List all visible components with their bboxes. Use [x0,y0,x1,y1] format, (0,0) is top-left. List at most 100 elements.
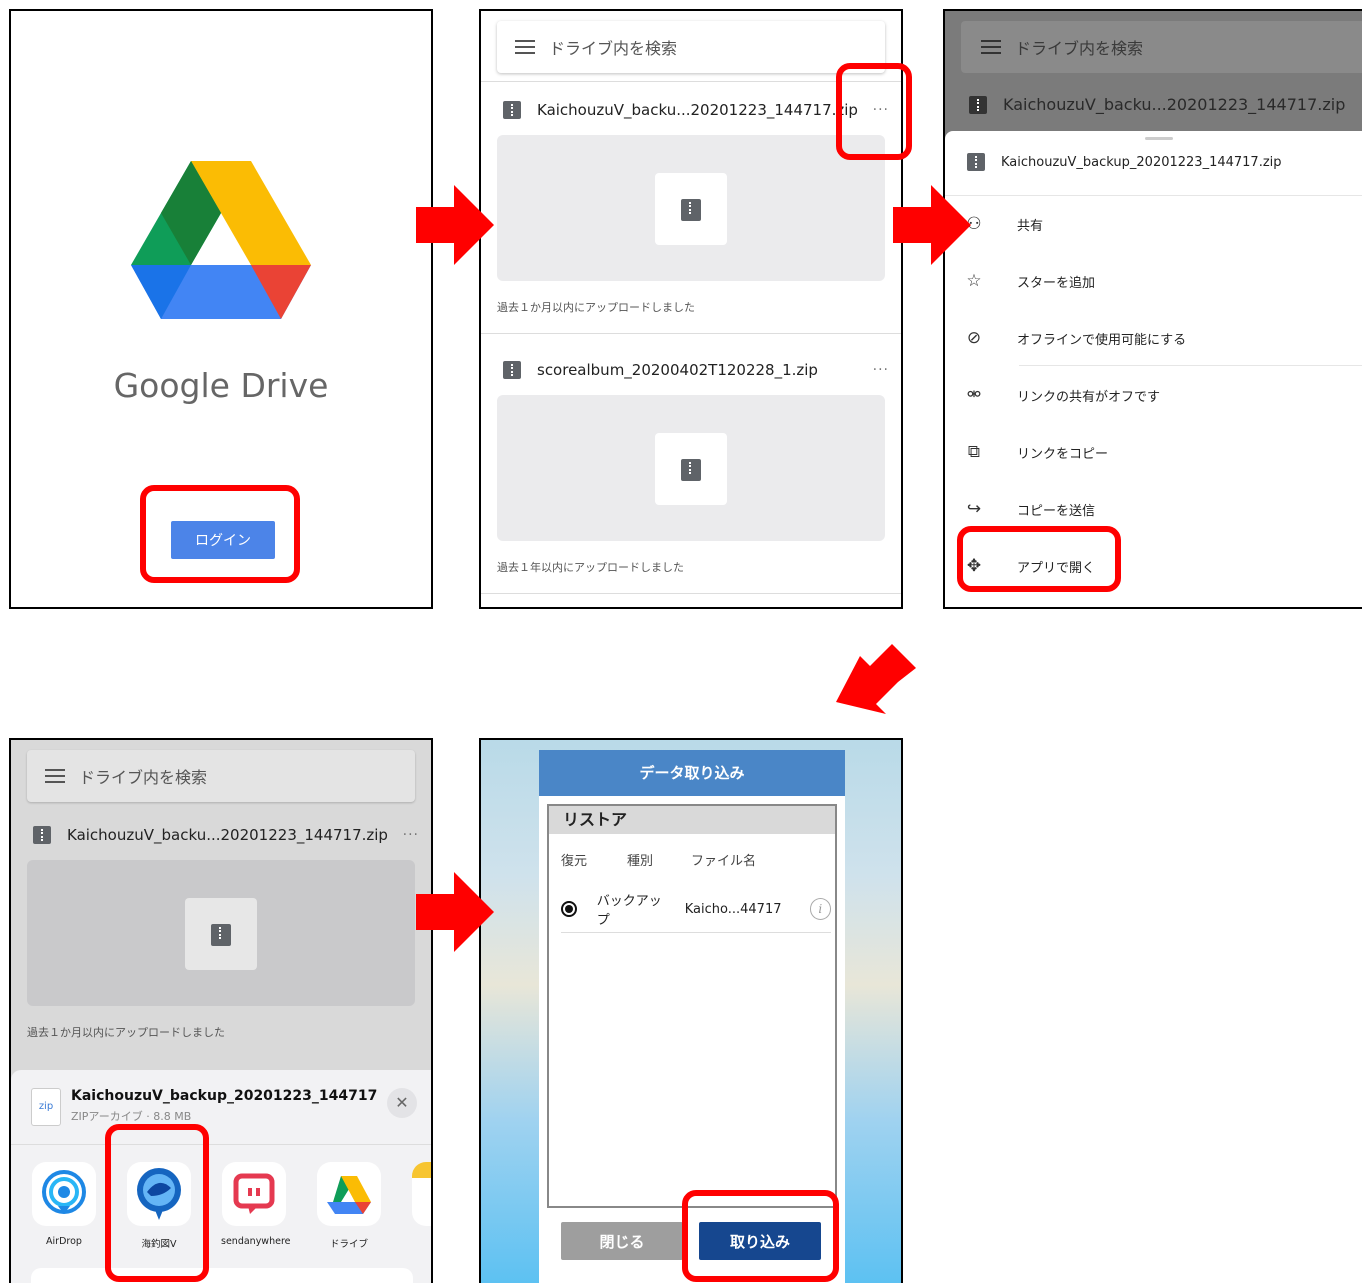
search-placeholder: ドライブ内を検索 [79,768,208,787]
zip-icon [33,826,51,844]
column-header: 種別 [627,854,654,869]
restore-radio[interactable] [561,901,577,917]
menu-item-label: オフラインで使用可能にする [1017,332,1187,348]
share-app-sendanywhere[interactable]: sendanywhere [221,1162,291,1247]
search-placeholder: ドライブ内を検索 [1015,39,1144,58]
highlight-kaichouzu [105,1124,209,1282]
dialog-title: データ取り込み [539,750,845,796]
info-icon[interactable]: i [809,898,831,920]
row-file: Kaicho...44717 [684,901,782,917]
file-thumbnail[interactable] [27,860,415,1006]
app-label: AirDrop [46,1236,82,1247]
menu-item-share[interactable]: ⚇ 共有 [961,209,1362,239]
highlight-import [682,1190,839,1282]
divider [945,195,1362,196]
menu-item-send-copy[interactable]: ↪ コピーを送信 [961,494,1362,524]
close-button[interactable]: 閉じる [561,1222,683,1260]
share-header: zip KaichouzuV_backup_20201223_144717 ZI… [31,1088,421,1128]
right-arrow-icon [416,872,494,952]
link-off-icon: ⚮ [966,385,982,405]
share-app-more[interactable] [411,1162,431,1226]
sendanywhere-icon [222,1162,286,1226]
menu-item-star[interactable]: ☆ スターを追加 [961,266,1362,296]
section-title: リストア [549,806,835,834]
thumbnail-card [185,898,257,970]
menu-item-offline[interactable]: ⊘ オフラインで使用可能にする [961,323,1362,353]
file-meta: 過去１か月以内にアップロードしました [497,301,695,314]
file-row[interactable]: scorealbum_20200402T120228_1.zip ··· [503,355,889,385]
sheet-header: KaichouzuV_backup_20201223_144717.zip [967,153,1282,171]
file-name: scorealbum_20200402T120228_1.zip [537,361,818,379]
thumbnail-card [655,173,727,245]
restore-box: リストア 復元 種別 ファイル名 バックアップ Kaicho...44717 i [547,804,837,1208]
menu-icon[interactable] [981,40,1001,54]
star-icon: ☆ [966,271,982,291]
offline-icon: ⊘ [966,328,982,348]
zip-icon [681,459,701,481]
app-title: Google Drive [113,366,329,405]
right-arrow-icon [416,185,494,265]
zip-file-icon: zip [31,1088,61,1126]
row-type: バックアップ [596,894,662,928]
more-icon[interactable]: ··· [873,362,889,378]
menu-item-link-sharing[interactable]: ⚮ リンクの共有がオフです [961,380,1362,410]
menu-icon[interactable] [45,769,65,783]
close-button[interactable]: ✕ [387,1088,417,1118]
divider [481,333,901,334]
restore-row[interactable]: バックアップ Kaicho...44717 i [561,892,831,928]
file-row[interactable]: KaichouzuV_backu...20201223_144717.zip ·… [969,95,1362,114]
file-name: KaichouzuV_backu...20201223_144717.zip [537,101,858,119]
notes-icon [412,1162,431,1226]
search-placeholder: ドライブ内を検索 [549,39,678,58]
zip-icon [503,101,521,119]
right-arrow-icon [893,185,971,265]
zip-icon [969,95,987,114]
column-header: ファイル名 [691,854,757,869]
share-file-subtitle: ZIPアーカイブ · 8.8 MB [71,1110,192,1123]
zip-icon [211,924,231,946]
drive-icon [317,1162,381,1226]
zip-icon [681,199,701,221]
divider [11,1144,431,1145]
down-left-arrow-icon [836,644,916,714]
file-row[interactable]: KaichouzuV_backu...20201223_144717.zip ·… [33,820,419,850]
highlight-login [140,485,300,583]
menu-item-label: スターを追加 [1017,275,1096,291]
share-actions [31,1268,413,1283]
app-label: sendanywhere [221,1236,291,1247]
menu-item-copy-link[interactable]: ⧉ リンクをコピー [961,437,1362,467]
divider [561,932,831,933]
share-sheet: zip KaichouzuV_backup_20201223_144717 ZI… [11,1070,431,1283]
thumbnail-card [655,433,727,505]
file-name: KaichouzuV_backu...20201223_144717.zip [67,826,388,844]
menu-item-label: 共有 [1017,218,1044,234]
sheet-file-name: KaichouzuV_backup_20201223_144717.zip [1001,154,1282,170]
airdrop-icon [32,1162,96,1226]
search-bar[interactable]: ドライブ内を検索 [961,21,1362,73]
file-meta: 過去１か月以内にアップロードしました [27,1026,225,1039]
search-bar[interactable]: ドライブ内を検索 [497,21,885,73]
copy-icon: ⧉ [967,442,981,462]
highlight-open-in-app [957,526,1121,592]
zip-icon [967,153,985,171]
share-file-title: KaichouzuV_backup_20201223_144717 [71,1088,378,1104]
sheet-handle[interactable] [1145,137,1173,140]
menu-item-label: コピーを送信 [1017,503,1096,519]
menu-icon[interactable] [515,40,535,54]
panel-drive-menu: ドライブ内を検索 KaichouzuV_backu...20201223_144… [943,9,1362,609]
highlight-more [836,63,912,160]
google-drive-logo-icon [131,161,311,319]
share-app-airdrop[interactable]: AirDrop [31,1162,97,1247]
more-icon[interactable]: ··· [403,827,419,843]
share-app-drive[interactable]: ドライブ [316,1162,382,1250]
send-icon: ↪ [966,499,982,519]
file-thumbnail[interactable] [497,395,885,541]
file-meta: 過去１年以内にアップロードしました [497,561,684,574]
file-row[interactable]: KaichouzuV_backu...20201223_144717.zip ·… [503,95,889,125]
file-thumbnail[interactable] [497,135,885,281]
zip-icon [503,361,521,379]
search-bar[interactable]: ドライブ内を検索 [27,750,415,802]
column-header: 復元 [561,854,588,869]
app-label: ドライブ [329,1239,368,1250]
panel-share-sheet: ドライブ内を検索 KaichouzuV_backu...20201223_144… [9,738,433,1283]
